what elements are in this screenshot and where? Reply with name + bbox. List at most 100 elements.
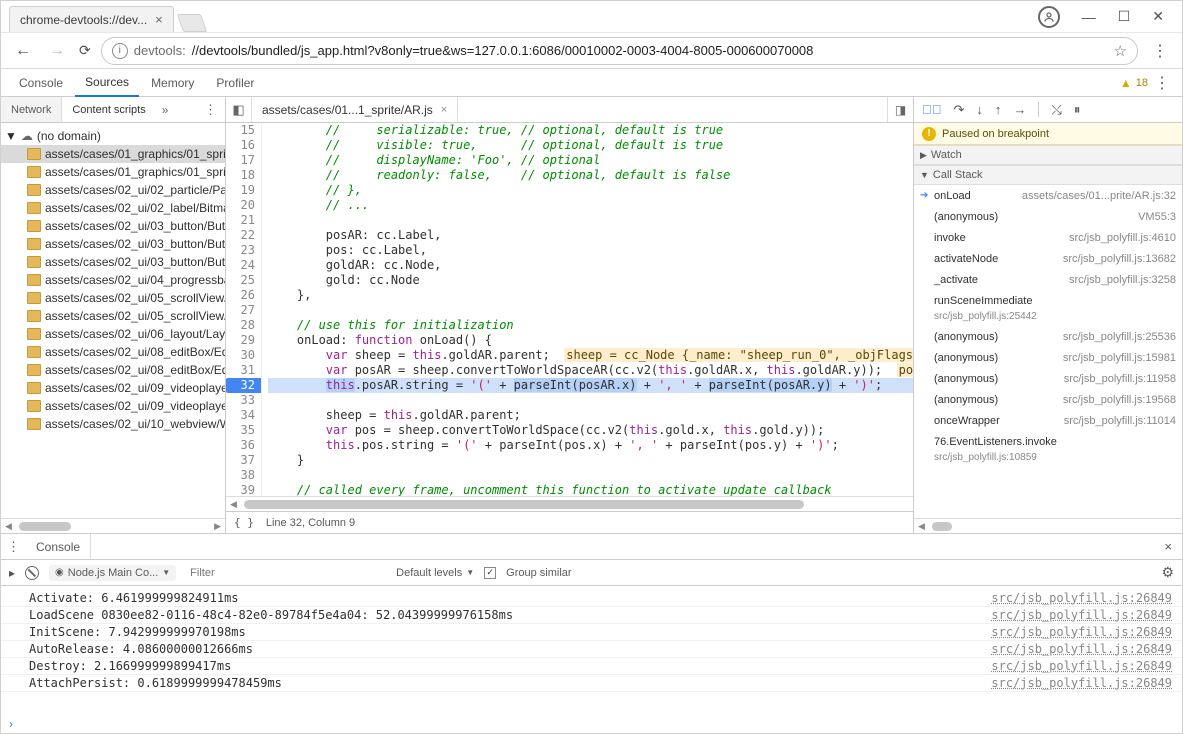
tab-memory[interactable]: Memory (141, 69, 204, 96)
callstack-frame[interactable]: onceWrappersrc/jsb_polyfill.js:11014 (914, 410, 1182, 431)
address-bar[interactable]: i devtools://devtools/bundled/js_app.htm… (101, 37, 1138, 65)
pause-on-exceptions-icon[interactable]: ⏸ (1074, 102, 1081, 118)
pretty-print-icon[interactable]: { } (234, 516, 254, 529)
code-editor[interactable]: 1516171819202122232425262728293031323334… (226, 123, 913, 496)
callstack-frame[interactable]: 76.EventListeners.invoke (914, 431, 1182, 452)
scroll-left-icon[interactable]: ◀ (914, 521, 929, 532)
user-avatar-icon[interactable] (1038, 6, 1060, 28)
deactivate-breakpoints-icon[interactable]: ⤯ (1051, 102, 1061, 118)
tree-file-item[interactable]: assets/cases/02_ui/05_scrollView/ListVie… (1, 307, 225, 325)
callstack-section[interactable]: ▼ Call Stack (914, 165, 1182, 185)
toggle-debugger-icon[interactable]: ◨ (887, 97, 913, 122)
scrollbar-thumb[interactable] (19, 522, 71, 531)
tree-file-item[interactable]: assets/cases/02_ui/09_videoplayer/VideoP… (1, 379, 225, 397)
file-tree[interactable]: ▼ ☁ (no domain) assets/cases/01_graphics… (1, 123, 225, 518)
tree-file-item[interactable]: assets/cases/02_ui/02_particle/ParticleS… (1, 181, 225, 199)
tree-file-item[interactable]: assets/cases/02_ui/08_editBox/EditBox.js (1, 343, 225, 361)
browser-tab[interactable]: chrome-devtools://dev... × (9, 6, 174, 32)
tree-file-item[interactable]: assets/cases/01_graphics/01_sprite/Atlas… (1, 163, 225, 181)
source-link[interactable]: src/jsb_polyfill.js:26849 (991, 608, 1172, 622)
resume-icon[interactable]: ▶⃓ (922, 102, 942, 117)
site-info-icon[interactable]: i (112, 43, 128, 59)
source-link[interactable]: src/jsb_polyfill.js:26849 (991, 642, 1172, 656)
tree-file-item[interactable]: assets/cases/02_ui/04_progressbar/Progre… (1, 271, 225, 289)
tree-file-item[interactable]: assets/cases/02_ui/03_button/ButtonTrans… (1, 235, 225, 253)
scroll-right-icon[interactable]: ▶ (210, 521, 225, 532)
execution-context-selector[interactable]: ◉ Node.js Main Co... ▼ (49, 565, 176, 581)
console-entry[interactable]: AutoRelease: 4.08600000012666mssrc/jsb_p… (1, 641, 1182, 658)
new-tab-button[interactable] (176, 14, 207, 32)
source-link[interactable]: src/jsb_polyfill.js:26849 (991, 625, 1172, 639)
console-output[interactable]: Activate: 6.461999999824911mssrc/jsb_pol… (1, 586, 1182, 715)
callstack-frame[interactable]: ➔onLoadassets/cases/01...prite/AR.js:32 (914, 185, 1182, 206)
navigator-tabs-more-icon[interactable]: » (156, 103, 175, 117)
forward-button[interactable]: → (45, 42, 69, 60)
source-link[interactable]: src/jsb_polyfill.js:26849 (991, 591, 1172, 605)
group-similar-checkbox[interactable]: ✓ (484, 567, 496, 579)
reload-button[interactable]: ⟳ (79, 42, 91, 59)
step-over-icon[interactable]: ↷ (954, 102, 965, 118)
watch-section[interactable]: ▶ Watch (914, 145, 1182, 165)
callstack-frame[interactable]: (anonymous)src/jsb_polyfill.js:15981 (914, 347, 1182, 368)
callstack-frame[interactable]: (anonymous)src/jsb_polyfill.js:11958 (914, 368, 1182, 389)
tree-domain-row[interactable]: ▼ ☁ (no domain) (1, 127, 225, 145)
step-into-icon[interactable]: ↓ (976, 102, 983, 117)
tree-file-item[interactable]: assets/cases/02_ui/09_videoplayer/VideoP… (1, 397, 225, 415)
callstack-frame[interactable]: invokesrc/jsb_polyfill.js:4610 (914, 227, 1182, 248)
tree-file-item[interactable]: assets/cases/02_ui/08_editBox/EditBoxTab… (1, 361, 225, 379)
editor-scrollbar[interactable]: ◀ (226, 496, 913, 511)
warning-count[interactable]: ▲ 18 (1120, 76, 1148, 90)
drawer-tab-console[interactable]: Console (26, 534, 91, 559)
callstack-frame[interactable]: runSceneImmediate (914, 290, 1182, 311)
callstack-frame[interactable]: activateNodesrc/jsb_polyfill.js:13682 (914, 248, 1182, 269)
navigator-scrollbar[interactable]: ◀ ▶ (1, 518, 225, 533)
step-out-icon[interactable]: ↑ (995, 102, 1002, 117)
step-icon[interactable]: → (1013, 102, 1026, 117)
tree-file-item[interactable]: assets/cases/02_ui/03_button/ButtonInter… (1, 253, 225, 271)
tree-file-item[interactable]: assets/cases/02_ui/05_scrollView/ScrollV… (1, 289, 225, 307)
close-file-icon[interactable]: × (441, 104, 447, 116)
callstack-frame[interactable]: (anonymous)src/jsb_polyfill.js:19568 (914, 389, 1182, 410)
scrollbar-thumb[interactable] (932, 522, 952, 531)
console-entry[interactable]: InitScene: 7.942999999970198mssrc/jsb_po… (1, 624, 1182, 641)
debugger-scrollbar[interactable]: ◀ (914, 518, 1182, 533)
callstack-frame[interactable]: (anonymous)src/jsb_polyfill.js:25536 (914, 326, 1182, 347)
navigator-menu-icon[interactable]: ⋮ (204, 102, 225, 118)
callstack-frame[interactable]: _activatesrc/jsb_polyfill.js:3258 (914, 269, 1182, 290)
tree-file-item[interactable]: assets/cases/02_ui/02_label/BitmapFont.j… (1, 199, 225, 217)
console-filter-input[interactable] (186, 564, 386, 582)
close-tab-icon[interactable]: × (155, 13, 163, 26)
log-levels-selector[interactable]: Default levels ▼ (396, 567, 474, 579)
console-entry[interactable]: AttachPersist: 0.6189999999478459mssrc/j… (1, 675, 1182, 692)
source-link[interactable]: src/jsb_polyfill.js:26849 (991, 659, 1172, 673)
source-link[interactable]: src/jsb_polyfill.js:26849 (991, 676, 1172, 690)
line-gutter[interactable]: 1516171819202122232425262728293031323334… (226, 123, 262, 496)
close-drawer-icon[interactable]: × (1160, 539, 1176, 554)
tree-file-item[interactable]: assets/cases/01_graphics/01_sprite/AR.js (1, 145, 225, 163)
clear-console-icon[interactable] (25, 566, 39, 580)
devtools-menu-icon[interactable]: ⋮ (1150, 73, 1174, 93)
console-entry[interactable]: LoadScene 0830ee82-0116-48c4-82e0-89784f… (1, 607, 1182, 624)
bookmark-icon[interactable]: ☆ (1114, 42, 1127, 60)
maximize-icon[interactable]: ☐ (1118, 8, 1131, 25)
code-area[interactable]: // serializable: true, // optional, defa… (262, 123, 913, 496)
tab-sources[interactable]: Sources (75, 70, 139, 97)
browser-menu-icon[interactable]: ⋮ (1148, 41, 1172, 61)
tree-file-item[interactable]: assets/cases/02_ui/06_layout/Layout.js (1, 325, 225, 343)
scroll-left-icon[interactable]: ◀ (226, 499, 241, 510)
callstack-frame[interactable]: (anonymous)VM55:3 (914, 206, 1182, 227)
minimize-icon[interactable]: — (1082, 9, 1096, 25)
show-console-sidebar-icon[interactable]: ▸ (9, 566, 15, 580)
back-button[interactable]: ← (11, 42, 35, 60)
tree-file-item[interactable]: assets/cases/02_ui/10_webview/WebView.js (1, 415, 225, 433)
console-settings-icon[interactable]: ⚙ (1161, 564, 1174, 581)
tab-profiler[interactable]: Profiler (206, 69, 264, 96)
drawer-menu-icon[interactable]: ⋮ (7, 539, 26, 555)
file-tab[interactable]: assets/cases/01...1_sprite/AR.js × (252, 97, 458, 122)
console-entry[interactable]: Destroy: 2.166999999899417mssrc/jsb_poly… (1, 658, 1182, 675)
scrollbar-thumb[interactable] (244, 500, 804, 509)
tree-file-item[interactable]: assets/cases/02_ui/03_button/Button.js (1, 217, 225, 235)
console-prompt[interactable]: › (1, 715, 1182, 733)
toggle-navigator-icon[interactable]: ◧ (226, 97, 252, 122)
console-entry[interactable]: Activate: 6.461999999824911mssrc/jsb_pol… (1, 590, 1182, 607)
